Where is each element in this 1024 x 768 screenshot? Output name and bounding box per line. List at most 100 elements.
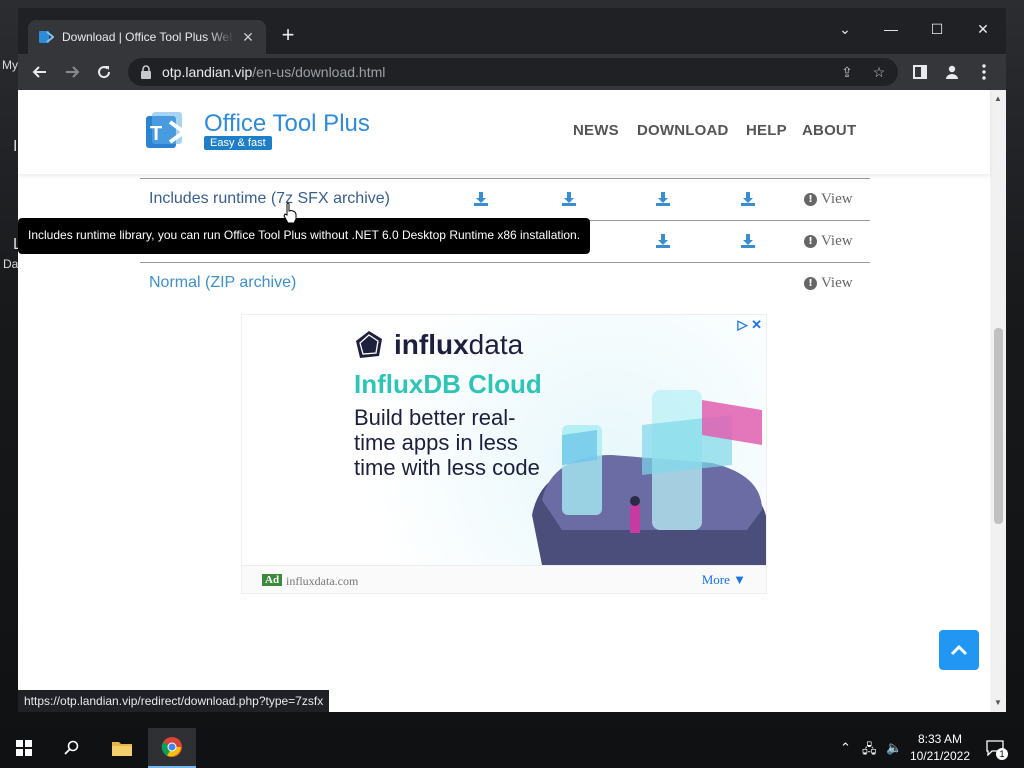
- info-icon: !: [804, 235, 817, 248]
- download-row: Normal (ZIP archive) ! View: [140, 262, 870, 304]
- office-tool-plus-logo-icon[interactable]: T: [144, 110, 192, 154]
- side-panel-button[interactable]: [906, 58, 934, 86]
- volume-icon[interactable]: 🔈: [886, 740, 902, 756]
- download-row-label[interactable]: Includes runtime (7z SFX archive): [149, 190, 390, 208]
- bookmark-star-icon[interactable]: ☆: [868, 62, 890, 82]
- show-hidden-icons-icon[interactable]: ⌃: [840, 740, 851, 756]
- lock-icon[interactable]: [140, 65, 152, 79]
- ad-badge: Ad: [262, 574, 283, 586]
- chrome-taskbar-button[interactable]: [148, 728, 196, 768]
- download-row-label[interactable]: Normal (ZIP archive): [149, 274, 296, 292]
- back-to-top-button[interactable]: [939, 630, 979, 670]
- clock-time: 8:33 AM: [917, 732, 962, 746]
- search-icon: [64, 740, 79, 755]
- info-icon: !: [804, 193, 817, 206]
- tab-download[interactable]: Download | Office Tool Plus Website ✕: [28, 20, 266, 54]
- new-tab-button[interactable]: +: [276, 24, 300, 48]
- tab-search-icon[interactable]: ⌄: [822, 14, 868, 44]
- nav-help[interactable]: HELP: [746, 122, 787, 139]
- page-scrollbar[interactable]: ▲ ▼: [990, 90, 1006, 712]
- share-icon[interactable]: ⇪: [836, 62, 858, 82]
- download-row: Includes runtime (7z SFX archive) ! View: [140, 178, 870, 220]
- svg-text:T: T: [150, 123, 162, 145]
- tab-title: Download | Office Tool Plus Website: [62, 30, 234, 44]
- forward-button[interactable]: [58, 58, 86, 86]
- info-icon: !: [804, 277, 817, 290]
- desktop-icon-label[interactable]: My: [2, 58, 18, 72]
- tab-close-icon[interactable]: ✕: [240, 29, 256, 45]
- nav-about[interactable]: ABOUT: [802, 122, 856, 139]
- download-icon[interactable]: [655, 191, 671, 207]
- windows-logo-icon: [16, 740, 32, 756]
- notification-count-badge: 1: [996, 748, 1008, 760]
- arrow-right-icon: [66, 66, 80, 78]
- download-icon[interactable]: [561, 191, 577, 207]
- minimize-button[interactable]: —: [868, 14, 914, 44]
- tooltip: Includes runtime library, you can run Of…: [18, 218, 590, 254]
- view-link[interactable]: ! View: [804, 233, 853, 250]
- chevron-up-icon: [950, 644, 968, 656]
- search-button[interactable]: [48, 728, 96, 768]
- scroll-down-arrow-icon[interactable]: ▼: [994, 698, 1002, 707]
- ad-footer: Ad influxdata.com More ▼: [242, 565, 766, 593]
- download-icon[interactable]: [740, 233, 756, 249]
- file-explorer-button[interactable]: [98, 728, 146, 768]
- download-icon[interactable]: [655, 233, 671, 249]
- ad-brand-light: data: [468, 329, 524, 360]
- ad-domain[interactable]: influxdata.com: [286, 574, 358, 589]
- action-center-button[interactable]: 1: [978, 728, 1012, 768]
- profile-button[interactable]: [938, 58, 966, 86]
- address-bar[interactable]: otp.landian.vip/en-us/download.html ⇪ ☆: [128, 58, 898, 86]
- menu-button[interactable]: [970, 58, 998, 86]
- download-icon[interactable]: [740, 191, 756, 207]
- back-button[interactable]: [26, 58, 54, 86]
- status-bar-url: https://otp.landian.vip/redirect/downloa…: [18, 690, 330, 712]
- scroll-up-arrow-icon[interactable]: ▲: [994, 94, 1002, 103]
- download-icon[interactable]: [473, 191, 489, 207]
- maximize-button[interactable]: ☐: [914, 14, 960, 44]
- view-label: View: [821, 191, 853, 207]
- reload-icon: [98, 66, 111, 79]
- clock-date: 10/21/2022: [909, 749, 970, 763]
- ad-headline: InfluxDB Cloud: [354, 369, 542, 399]
- browser-toolbar: otp.landian.vip/en-us/download.html ⇪ ☆: [18, 54, 1006, 90]
- ad-body-text: Build better real-time apps in less time…: [354, 405, 540, 480]
- clock[interactable]: 8:33 AM 10/21/2022: [910, 731, 970, 765]
- desktop-icon-label[interactable]: Da: [3, 257, 18, 271]
- site-tagline: Easy & fast: [204, 136, 272, 150]
- folder-icon: [112, 742, 132, 756]
- page-viewport: T Office Tool Plus Easy & fast NEWS DOWN…: [18, 90, 1006, 712]
- view-label: View: [821, 275, 853, 291]
- ad-brand-bold: influx: [394, 329, 469, 360]
- kebab-menu-icon: [982, 64, 986, 80]
- reload-button[interactable]: [90, 58, 118, 86]
- network-icon[interactable]: 🖧: [862, 740, 877, 762]
- taskbar: ⌃ 🖧 🔈 8:33 AM 10/21/2022 1: [0, 728, 1024, 768]
- hand-cursor-icon: [283, 202, 297, 224]
- view-link[interactable]: ! View: [804, 275, 853, 292]
- start-button[interactable]: [0, 728, 48, 768]
- close-window-button[interactable]: ✕: [960, 14, 1006, 44]
- web-page: T Office Tool Plus Easy & fast NEWS DOWN…: [18, 90, 990, 712]
- side-panel-icon: [913, 65, 927, 79]
- ad-choices-icon[interactable]: ▷ ✕: [737, 317, 762, 333]
- view-link[interactable]: ! View: [804, 191, 853, 208]
- chrome-icon: [161, 737, 182, 757]
- profile-icon: [946, 65, 958, 79]
- advertisement[interactable]: influx data InfluxDB Cloud Build better r…: [241, 314, 767, 594]
- ad-more-link[interactable]: More ▼: [702, 572, 746, 588]
- browser-window: Download | Office Tool Plus Website ✕ + …: [18, 8, 1006, 712]
- otp-favicon-icon: [39, 31, 54, 43]
- desktop-icon-label[interactable]: I: [13, 138, 17, 156]
- influxdata-logo-icon: [356, 331, 382, 358]
- url-path: /en-us/download.html: [252, 64, 386, 80]
- nav-news[interactable]: NEWS: [573, 122, 619, 139]
- ad-brand: influx data: [354, 329, 523, 361]
- arrow-left-icon: [32, 66, 46, 78]
- site-brand[interactable]: Office Tool Plus: [204, 110, 370, 138]
- nav-download[interactable]: DOWNLOAD: [637, 122, 729, 139]
- scroll-thumb[interactable]: [994, 328, 1003, 524]
- tab-strip: Download | Office Tool Plus Website ✕ + …: [18, 8, 1006, 54]
- view-label: View: [821, 233, 853, 249]
- url-host: otp.landian.vip: [162, 64, 253, 80]
